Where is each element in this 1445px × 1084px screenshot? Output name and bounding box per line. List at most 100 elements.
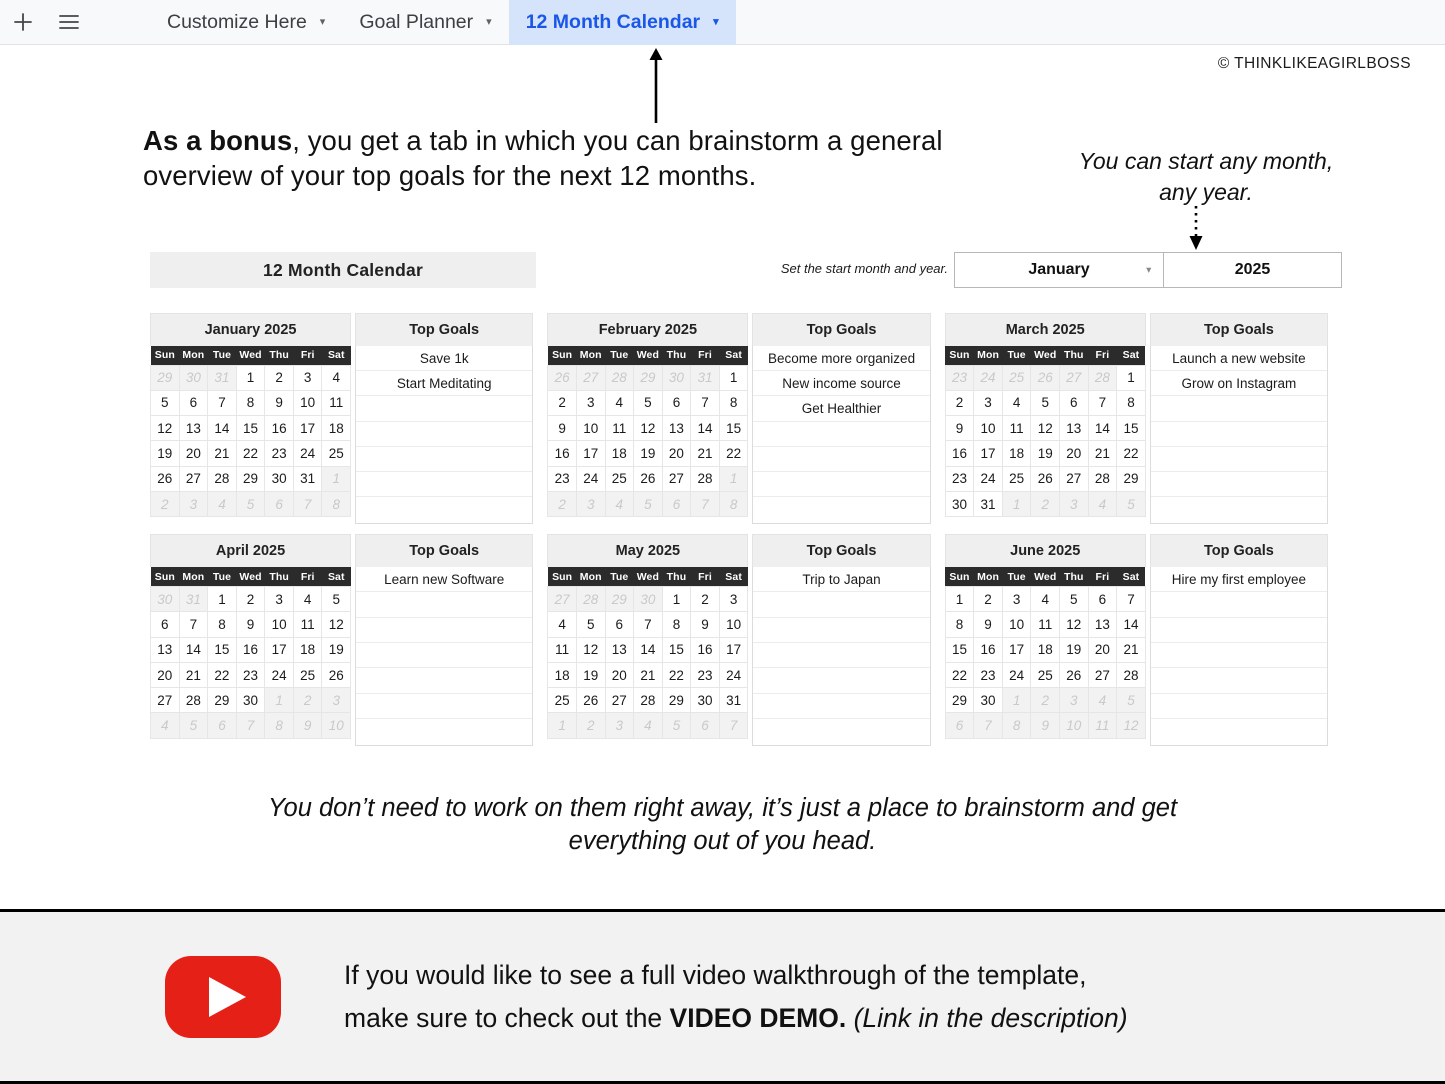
day-cell-adjacent-month[interactable]: 3 (1059, 490, 1089, 518)
day-cell[interactable]: 7 (690, 389, 720, 417)
day-cell-adjacent-month[interactable]: 26 (547, 364, 577, 391)
day-cell[interactable]: 31 (292, 465, 323, 492)
day-cell[interactable]: 21 (633, 661, 663, 689)
chevron-down-icon[interactable]: ▾ (320, 16, 326, 28)
day-cell[interactable]: 6 (178, 389, 209, 417)
day-cell[interactable]: 8 (207, 611, 237, 638)
day-cell[interactable]: 10 (264, 611, 294, 638)
day-cell-adjacent-month[interactable]: 27 (575, 364, 606, 391)
day-cell[interactable]: 8 (1116, 389, 1146, 417)
goal-item[interactable]: Grow on Instagram (1150, 371, 1328, 397)
day-cell-adjacent-month[interactable]: 8 (321, 490, 352, 518)
goal-item[interactable] (753, 668, 930, 694)
day-cell-adjacent-month[interactable]: 4 (633, 712, 663, 739)
day-cell[interactable]: 29 (661, 687, 692, 714)
goal-item[interactable] (1151, 719, 1327, 745)
goal-item[interactable] (753, 719, 929, 745)
day-cell[interactable]: 15 (235, 415, 266, 442)
day-cell-adjacent-month[interactable]: 6 (207, 712, 237, 739)
goal-item[interactable] (753, 618, 930, 644)
day-cell[interactable]: 5 (1030, 389, 1060, 417)
day-cell[interactable]: 2 (690, 585, 720, 613)
day-cell[interactable]: 24 (718, 661, 749, 689)
goal-item[interactable] (1150, 668, 1328, 694)
day-cell[interactable]: 13 (661, 415, 692, 442)
day-cell[interactable]: 27 (661, 465, 692, 492)
day-cell[interactable]: 7 (1116, 585, 1146, 613)
goal-item[interactable]: Learn new Software (356, 567, 533, 593)
day-cell-adjacent-month[interactable]: 2 (547, 490, 577, 518)
goal-item[interactable] (1150, 472, 1328, 498)
goal-item[interactable] (356, 472, 533, 498)
goal-item[interactable] (753, 643, 930, 669)
day-cell-adjacent-month[interactable]: 4 (1087, 687, 1118, 714)
day-cell[interactable]: 11 (1001, 415, 1032, 442)
day-cell-adjacent-month[interactable]: 1 (1001, 490, 1032, 518)
day-cell[interactable]: 22 (944, 661, 975, 689)
day-cell[interactable]: 27 (150, 687, 180, 714)
goal-item[interactable] (753, 422, 930, 447)
day-cell[interactable]: 16 (973, 636, 1003, 663)
day-cell[interactable]: 12 (1030, 415, 1060, 442)
day-cell[interactable]: 31 (973, 490, 1003, 518)
day-cell[interactable]: 20 (1087, 636, 1118, 663)
day-cell[interactable]: 27 (178, 465, 209, 492)
day-cell-adjacent-month[interactable]: 30 (150, 585, 180, 613)
day-cell-adjacent-month[interactable]: 26 (1030, 364, 1060, 391)
day-cell[interactable]: 1 (944, 585, 975, 613)
add-sheet-button[interactable] (0, 0, 46, 45)
day-cell-adjacent-month[interactable]: 7 (973, 712, 1003, 739)
day-cell-adjacent-month[interactable]: 7 (690, 490, 720, 518)
day-cell[interactable]: 11 (604, 415, 635, 442)
goal-item[interactable]: Start Meditating (356, 371, 533, 397)
day-cell-adjacent-month[interactable]: 6 (264, 490, 294, 518)
day-cell[interactable]: 27 (604, 687, 635, 714)
day-cell[interactable]: 8 (235, 389, 266, 417)
chevron-down-icon[interactable]: ▾ (713, 16, 719, 28)
day-cell[interactable]: 13 (604, 636, 635, 663)
day-cell[interactable]: 21 (178, 661, 209, 689)
day-cell[interactable]: 6 (604, 611, 635, 638)
day-cell[interactable]: 15 (718, 415, 749, 442)
day-cell[interactable]: 20 (178, 440, 209, 467)
day-cell-adjacent-month[interactable]: 28 (575, 585, 606, 613)
day-cell[interactable]: 8 (944, 611, 975, 638)
day-cell[interactable]: 20 (1059, 440, 1089, 467)
day-cell[interactable]: 14 (207, 415, 237, 442)
day-cell[interactable]: 26 (1030, 465, 1060, 492)
day-cell[interactable]: 12 (1059, 611, 1089, 638)
day-cell-adjacent-month[interactable]: 4 (604, 490, 635, 518)
day-cell[interactable]: 4 (292, 585, 323, 613)
day-cell[interactable]: 28 (1116, 661, 1146, 689)
day-cell-adjacent-month[interactable]: 31 (690, 364, 720, 391)
goal-item[interactable] (356, 592, 533, 618)
day-cell[interactable]: 27 (1087, 661, 1118, 689)
day-cell[interactable]: 3 (264, 585, 294, 613)
goal-item[interactable] (753, 592, 930, 618)
day-cell-adjacent-month[interactable]: 2 (575, 712, 606, 739)
day-cell[interactable]: 17 (292, 415, 323, 442)
day-cell[interactable]: 3 (292, 364, 323, 391)
day-cell[interactable]: 26 (633, 465, 663, 492)
day-cell-adjacent-month[interactable]: 28 (604, 364, 635, 391)
day-cell[interactable]: 3 (575, 389, 606, 417)
day-cell-adjacent-month[interactable]: 1 (1001, 687, 1032, 714)
day-cell[interactable]: 5 (1059, 585, 1089, 613)
day-cell-adjacent-month[interactable]: 31 (178, 585, 209, 613)
day-cell[interactable]: 1 (1116, 364, 1146, 391)
goal-item[interactable] (753, 497, 929, 523)
sheet-tab-goal-planner[interactable]: Goal Planner ▾ (342, 0, 508, 45)
goal-item[interactable] (356, 618, 533, 644)
day-cell-adjacent-month[interactable]: 1 (321, 465, 352, 492)
day-cell[interactable]: 8 (718, 389, 749, 417)
goal-item[interactable] (1150, 447, 1328, 473)
day-cell[interactable]: 11 (321, 389, 352, 417)
day-cell-adjacent-month[interactable]: 5 (1116, 687, 1146, 714)
day-cell[interactable]: 18 (604, 440, 635, 467)
goal-item[interactable] (356, 668, 533, 694)
day-cell[interactable]: 17 (973, 440, 1003, 467)
day-cell[interactable]: 22 (1116, 440, 1146, 467)
day-cell[interactable]: 5 (150, 389, 180, 417)
day-cell-adjacent-month[interactable]: 30 (661, 364, 692, 391)
day-cell-adjacent-month[interactable]: 27 (547, 585, 577, 613)
